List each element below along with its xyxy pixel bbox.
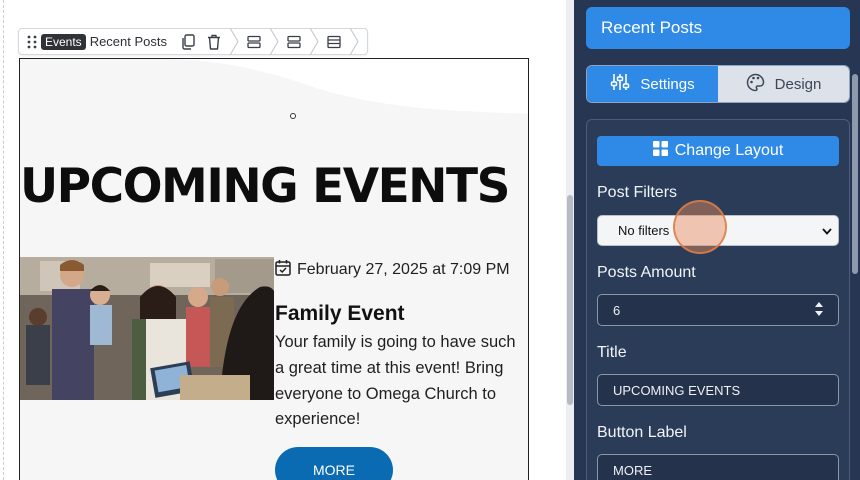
event-photo[interactable] <box>20 257 274 400</box>
editor-canvas: Events Recent Posts UPCOMING EVENTS Febr… <box>0 0 566 480</box>
chevron-down-icon <box>822 223 832 238</box>
block-name-label: Recent Posts <box>89 34 168 49</box>
block-type-badge[interactable]: Events <box>41 33 86 50</box>
change-layout-button[interactable]: Change Layout <box>597 136 839 166</box>
row-icon[interactable] <box>281 30 307 54</box>
canvas-scrollbar-thumb[interactable] <box>567 195 573 405</box>
palette-icon <box>746 73 765 96</box>
section-title: UPCOMING EVENTS <box>20 159 510 214</box>
tab-design-label: Design <box>774 75 822 93</box>
layout-grid-icon <box>652 141 668 161</box>
panel-tabs: Settings Design <box>586 65 850 103</box>
event-title[interactable]: Family Event <box>275 302 405 326</box>
tab-settings-label: Settings <box>640 75 695 93</box>
button-label-input-value: MORE <box>613 462 652 478</box>
duplicate-icon[interactable] <box>175 30 201 54</box>
title-input-value: UPCOMING EVENTS <box>613 382 741 398</box>
panel-title[interactable]: Recent Posts <box>586 7 850 49</box>
button-label-input[interactable]: MORE <box>597 454 839 480</box>
post-filters-value: No filters <box>618 223 670 238</box>
title-input[interactable]: UPCOMING EVENTS <box>597 374 839 406</box>
posts-amount-stepper[interactable]: 6 <box>597 294 839 326</box>
recent-posts-block[interactable]: UPCOMING EVENTS February 27, 2025 at 7:0… <box>19 58 529 480</box>
breadcrumb-chevron-icon <box>307 28 321 55</box>
settings-panel: Recent Posts Settings Design Change Layo… <box>574 0 860 480</box>
trash-icon[interactable] <box>201 30 227 54</box>
change-layout-label: Change Layout <box>674 142 784 159</box>
posts-amount-label: Posts Amount <box>597 264 696 281</box>
canvas-scrollbar[interactable] <box>566 0 574 480</box>
sliders-icon <box>610 73 630 95</box>
column-icon[interactable] <box>321 30 347 54</box>
click-indicator <box>673 200 727 254</box>
section-icon[interactable] <box>241 30 267 54</box>
resize-handle[interactable] <box>290 113 296 119</box>
event-date: February 27, 2025 at 7:09 PM <box>297 260 510 278</box>
drag-handle-icon[interactable] <box>23 35 41 49</box>
calendar-icon <box>275 259 291 280</box>
post-filters-label: Post Filters <box>597 184 678 201</box>
guide-line <box>3 0 4 480</box>
breadcrumb-chevron-icon <box>227 28 241 55</box>
tab-settings[interactable]: Settings <box>587 66 718 102</box>
breadcrumb-chevron-icon <box>347 28 361 55</box>
panel-scrollbar[interactable] <box>852 74 858 274</box>
button-label-label: Button Label <box>597 424 687 441</box>
block-toolbar: Events Recent Posts <box>18 28 369 55</box>
tab-design[interactable]: Design <box>718 66 849 102</box>
breadcrumb-chevron-icon <box>267 28 281 55</box>
title-label: Title <box>597 344 627 361</box>
event-description: Your family is going to have such a grea… <box>275 333 516 429</box>
settings-section: Change Layout Post Filters No filters Po… <box>586 119 850 480</box>
more-button[interactable]: MORE <box>275 447 393 480</box>
posts-amount-value: 6 <box>613 302 621 318</box>
stepper-arrows-icon[interactable] <box>814 300 824 321</box>
event-date-row: February 27, 2025 at 7:09 PM <box>275 259 510 280</box>
